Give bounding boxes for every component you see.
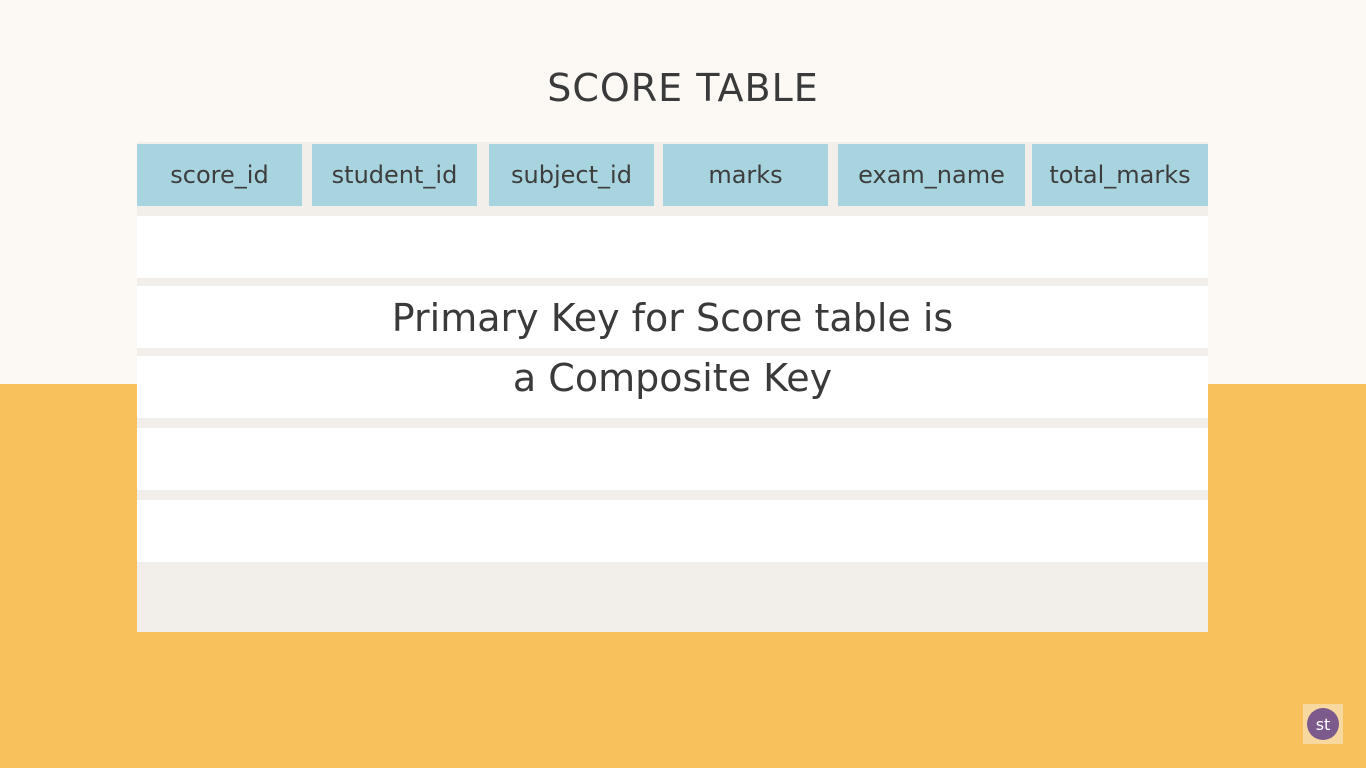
table-row: [137, 216, 1208, 278]
column-header-total-marks: total_marks: [1032, 144, 1208, 206]
composite-key-caption: Primary Key for Score table is a Composi…: [137, 288, 1208, 408]
column-header-student-id: student_id: [312, 144, 477, 206]
column-header-marks: marks: [663, 144, 828, 206]
channel-logo: st: [1303, 704, 1343, 744]
column-header-subject-id: subject_id: [489, 144, 654, 206]
column-header-exam-name: exam_name: [838, 144, 1025, 206]
slide-title: SCORE TABLE: [547, 66, 819, 110]
column-header-score-id: score_id: [137, 144, 302, 206]
table-row: [137, 500, 1208, 562]
caption-line-1: Primary Key for Score table is: [391, 296, 954, 340]
caption-line-2: a Composite Key: [512, 356, 833, 400]
table-row: [137, 428, 1208, 490]
table-header-row: score_id student_id subject_id marks exa…: [137, 142, 1208, 206]
logo-mark: st: [1307, 708, 1339, 740]
